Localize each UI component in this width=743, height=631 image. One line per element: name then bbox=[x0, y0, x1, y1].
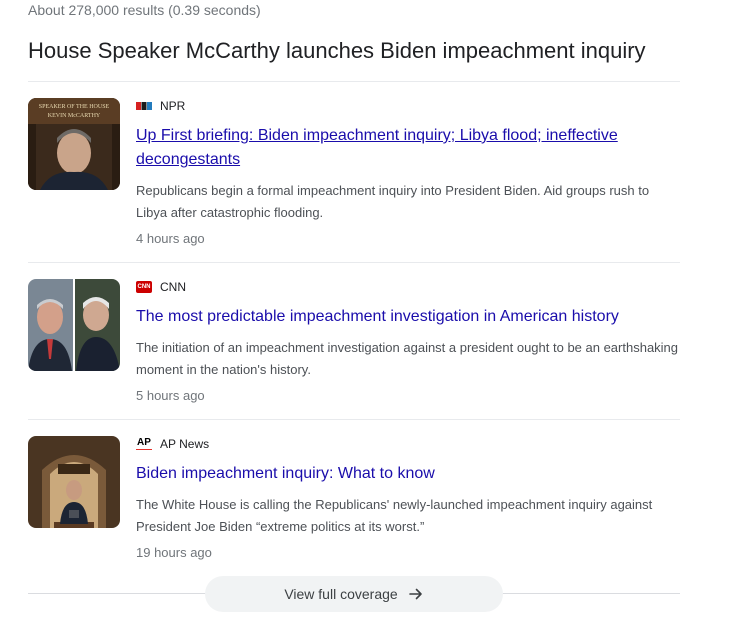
story-timestamp: 5 hours ago bbox=[136, 388, 205, 403]
story-timestamp: 4 hours ago bbox=[136, 231, 205, 246]
story-headline-link[interactable]: The most predictable impeachment investi… bbox=[136, 305, 680, 329]
ap-logo-icon: AP bbox=[136, 438, 152, 450]
source-name: NPR bbox=[160, 99, 186, 113]
ap-logo-underline bbox=[136, 449, 152, 450]
cluster-title: House Speaker McCarthy launches Biden im… bbox=[28, 38, 646, 63]
story-headline-link[interactable]: Biden impeachment inquiry: What to know bbox=[136, 462, 680, 486]
arrow-right-icon bbox=[408, 586, 424, 602]
story-thumbnail-cnn[interactable] bbox=[28, 279, 120, 371]
view-full-coverage-button[interactable]: View full coverage bbox=[205, 576, 503, 612]
cnn-logo-icon: CNN bbox=[136, 281, 152, 293]
thumbnail-image bbox=[28, 279, 120, 371]
news-story-ap: AP AP News Biden impeachment inquiry: Wh… bbox=[28, 436, 680, 566]
news-story-cnn: CNN CNN The most predictable impeachment… bbox=[28, 279, 680, 409]
view-full-coverage-label: View full coverage bbox=[284, 586, 398, 602]
source-name: AP News bbox=[160, 437, 210, 451]
story-headline-link[interactable]: Up First briefing: Biden impeachment inq… bbox=[136, 124, 680, 172]
source-row: NPR bbox=[136, 98, 680, 114]
thumb-sign-line2: KEVIN McCARTHY bbox=[48, 113, 101, 119]
news-story-npr: SPEAKER OF THE HOUSE KEVIN McCARTHY NPR … bbox=[28, 98, 680, 248]
story-snippet: The White House is calling the Republica… bbox=[136, 497, 653, 534]
thumbnail-image: SPEAKER OF THE HOUSE KEVIN McCARTHY bbox=[28, 98, 120, 190]
divider bbox=[28, 81, 680, 82]
thumbnail-image bbox=[28, 436, 120, 528]
source-name: CNN bbox=[160, 280, 186, 294]
cnn-logo-text: CNN bbox=[137, 284, 151, 290]
story-timestamp: 19 hours ago bbox=[136, 545, 212, 560]
story-thumbnail-npr[interactable]: SPEAKER OF THE HOUSE KEVIN McCARTHY bbox=[28, 98, 120, 190]
thumb-sign-line1: SPEAKER OF THE HOUSE bbox=[39, 104, 110, 110]
ap-logo-text: AP bbox=[137, 437, 151, 448]
source-row: AP AP News bbox=[136, 436, 680, 452]
source-row: CNN CNN bbox=[136, 279, 680, 295]
story-snippet: The initiation of an impeachment investi… bbox=[136, 340, 679, 377]
divider bbox=[28, 262, 680, 263]
story-snippet: Republicans begin a formal impeachment i… bbox=[136, 183, 650, 220]
story-thumbnail-ap[interactable] bbox=[28, 436, 120, 528]
divider bbox=[28, 419, 680, 420]
results-stats: About 278,000 results (0.39 seconds) bbox=[28, 2, 261, 18]
npr-logo-icon bbox=[136, 100, 152, 112]
